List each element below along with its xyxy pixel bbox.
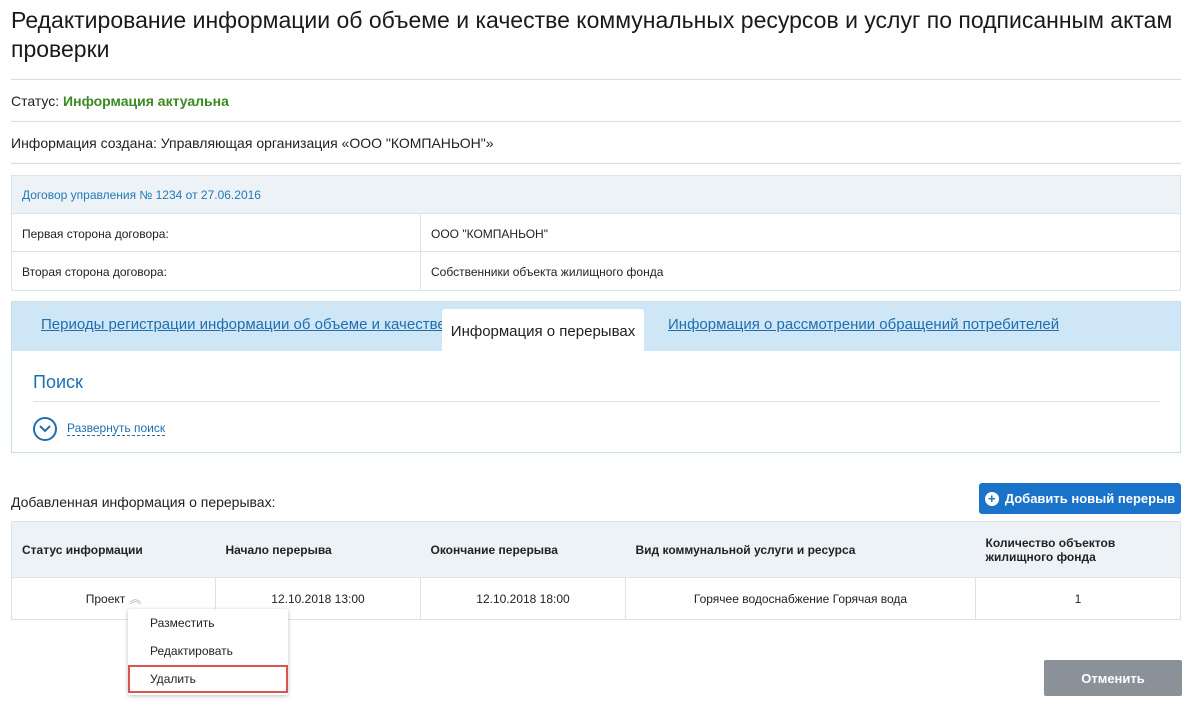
col-service: Вид коммунальной услуги и ресурса — [625, 521, 976, 578]
col-status: Статус информации — [11, 521, 216, 578]
contract-row-label: Первая сторона договора: — [12, 214, 421, 251]
contract-info-box: Договор управления № 1234 от 27.06.2016 … — [11, 175, 1181, 291]
expand-search-link[interactable]: Развернуть поиск — [67, 421, 166, 436]
tabs-bar: Периоды регистрации информации об объеме… — [12, 302, 1180, 351]
contract-row-label: Вторая сторона договора: — [12, 252, 421, 290]
status-line: Статус: Информация актуальна — [11, 93, 229, 109]
status-badge: Информация актуальна — [63, 93, 229, 109]
add-break-button[interactable]: + Добавить новый перерыв — [979, 483, 1181, 514]
row-actions-menu: Разместить Редактировать Удалить — [128, 609, 288, 695]
tab-registration-periods[interactable]: Периоды регистрации информации об объеме… — [41, 316, 446, 333]
tabs-panel: Периоды регистрации информации об объеме… — [11, 301, 1181, 453]
menu-item-edit[interactable]: Редактировать — [128, 637, 288, 665]
add-break-label: Добавить новый перерыв — [1004, 491, 1176, 506]
cell-end: 12.10.2018 18:00 — [420, 577, 626, 620]
contract-row-value: Собственники объекта жилищного фонда — [431, 265, 664, 279]
col-start: Начало перерыва — [215, 521, 421, 578]
divider — [33, 401, 1160, 402]
breaks-table: Статус информации Начало перерыва Оконча… — [11, 521, 1181, 620]
cancel-button[interactable]: Отменить — [1044, 660, 1182, 696]
menu-item-publish[interactable]: Разместить — [128, 609, 288, 637]
cell-service: Горячее водоснабжение Горячая вода — [625, 577, 976, 620]
row-status: Проект — [85, 592, 126, 606]
plus-circle-icon: + — [984, 491, 999, 506]
breaks-section-label: Добавленная информация о перерывах: — [11, 494, 276, 510]
divider — [11, 163, 1181, 164]
chevron-up-icon[interactable]: ︽ — [129, 592, 141, 606]
menu-item-delete[interactable]: Удалить — [128, 665, 288, 693]
divider — [11, 121, 1181, 122]
tab-consumer-appeals[interactable]: Информация о рассмотрении обращений потр… — [668, 316, 1059, 333]
col-end: Окончание перерыва — [420, 521, 626, 578]
table-header-row: Статус информации Начало перерыва Оконча… — [11, 521, 1181, 578]
chevron-down-circle-icon[interactable] — [33, 417, 57, 441]
contract-row-value: ООО "КОМПАНЬОН" — [431, 227, 548, 241]
contract-row: Вторая сторона договора: Собственники об… — [12, 252, 1180, 290]
divider — [11, 79, 1181, 80]
contract-row: Первая сторона договора: ООО "КОМПАНЬОН" — [12, 214, 1180, 252]
page-title: Редактирование информации об объеме и ка… — [11, 7, 1173, 62]
created-by-text: Информация создана: Управляющая организа… — [11, 135, 494, 151]
tab-breaks-info[interactable]: Информация о перерывах — [442, 309, 644, 351]
search-title: Поиск — [33, 372, 83, 392]
contract-header: Договор управления № 1234 от 27.06.2016 — [12, 176, 1180, 214]
col-count: Количество объектов жилищного фонда — [975, 521, 1181, 578]
cell-count: 1 — [975, 577, 1181, 620]
status-label: Статус: — [11, 93, 60, 109]
